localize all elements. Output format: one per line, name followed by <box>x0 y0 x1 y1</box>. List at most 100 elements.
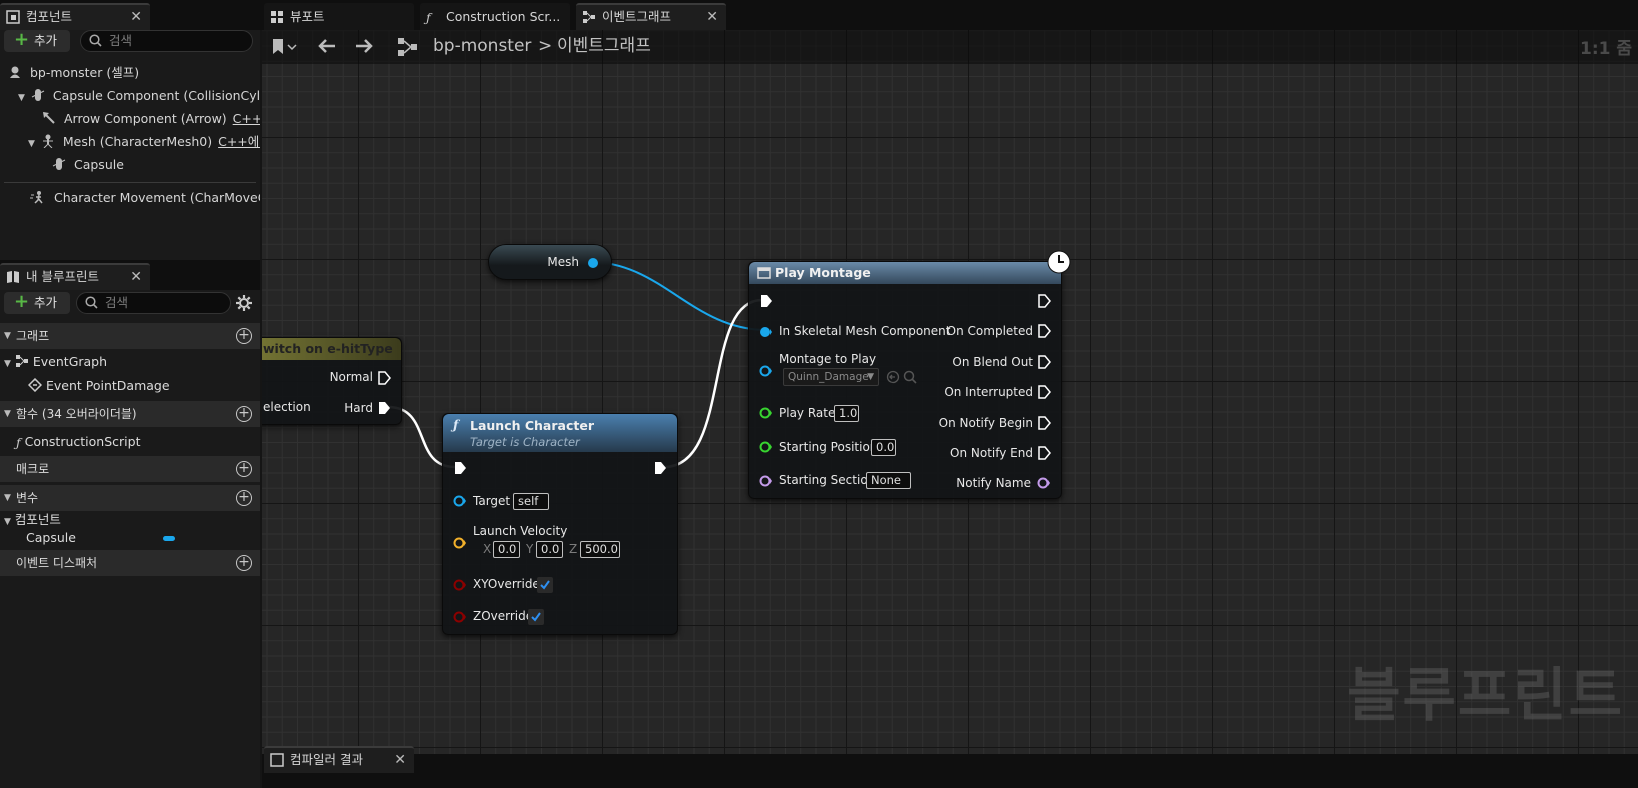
section-variables-label: 변수 <box>16 491 39 505</box>
montage-asset-value: Quinn_Damage <box>788 371 869 383</box>
tree-item-capsule-component[interactable]: ▼ Capsule Component (CollisionCylinder <box>0 85 260 107</box>
tree-item-mesh[interactable]: ▼ Mesh (CharacterMesh0) C++에서 편 <box>0 131 260 153</box>
construction-script-label: ConstructionScript <box>24 434 141 449</box>
add-component-label: 추가 <box>34 33 58 48</box>
exec-in-pin-icon[interactable] <box>453 461 467 475</box>
notify-name-label: Notify Name <box>956 476 1031 490</box>
section-dispatchers[interactable]: 이벤트 디스패처 + <box>0 550 260 576</box>
exec-pin-icon[interactable] <box>1037 355 1051 369</box>
exec-pin-icon[interactable] <box>1037 446 1051 460</box>
switch-pin-normal-label: Normal <box>329 370 373 384</box>
construction-script-item[interactable]: ƒ ConstructionScript <box>16 432 140 452</box>
event-graph-label: EventGraph <box>32 354 108 369</box>
tree-item-character-movement[interactable]: Character Movement (CharMoveCom <box>0 187 260 209</box>
play-montage-node[interactable]: Play Montage In Skeletal Mesh Component … <box>748 250 1071 499</box>
tree-item-capsule-label: Capsule <box>73 157 124 172</box>
exec-pin-icon[interactable] <box>377 371 391 385</box>
z-value-field[interactable]: 500.0 <box>580 541 620 558</box>
function-icon: ƒ <box>453 417 459 432</box>
event-graph-canvas[interactable]: 블루프린트 Mesh witch on e-hitType Normal ele… <box>262 30 1638 754</box>
exec-pin-icon[interactable] <box>1037 416 1051 430</box>
tab-my-blueprint[interactable]: 내 블루프린트 ✕ <box>0 263 150 290</box>
tab-construction-script[interactable]: ƒ Construction Scr... <box>420 3 570 30</box>
component-search-input[interactable]: 검색 <box>80 30 253 52</box>
object-pin-icon[interactable] <box>587 257 599 269</box>
event-graph-item[interactable]: ▼ EventGraph <box>4 352 107 374</box>
montage-icon <box>757 266 771 280</box>
close-icon[interactable]: ✕ <box>130 5 142 29</box>
x-value-field[interactable]: 0.0 <box>493 541 520 558</box>
object-pin-icon[interactable] <box>453 494 467 508</box>
starting-position-field[interactable]: 0.0 <box>871 439 896 456</box>
add-blueprint-item-button[interactable]: + 추가 <box>4 291 70 314</box>
gear-icon[interactable] <box>235 294 253 312</box>
tab-viewport[interactable]: 뷰포트 <box>264 3 414 30</box>
play-rate-field[interactable]: 1.0 <box>834 405 859 422</box>
pawn-icon <box>8 65 22 79</box>
section-graphs[interactable]: ▼ 그래프 + <box>0 323 260 349</box>
z-override-checkbox[interactable] <box>528 609 544 625</box>
name-pin-icon[interactable] <box>1037 476 1051 490</box>
add-dispatcher-icon[interactable]: + <box>236 555 252 571</box>
add-variable-icon[interactable]: + <box>236 490 252 506</box>
exec-pin-icon[interactable] <box>1037 324 1051 338</box>
exec-pin-icon[interactable] <box>1037 385 1051 399</box>
close-icon[interactable]: ✕ <box>130 265 142 289</box>
components-icon <box>6 10 20 24</box>
exec-in-pin-icon[interactable] <box>759 294 773 308</box>
tree-item-self[interactable]: bp-monster (셀프) <box>0 62 260 84</box>
event-point-damage-item[interactable]: Event PointDamage <box>28 376 170 396</box>
blueprint-search-input[interactable]: 검색 <box>76 292 231 314</box>
y-value-field[interactable]: 0.0 <box>536 541 563 558</box>
mesh-getter-node[interactable]: Mesh <box>488 244 612 280</box>
switch-on-hittype-node[interactable]: witch on e-hitType Normal election Hard <box>262 337 402 425</box>
chevron-down-icon[interactable]: ▼ <box>28 139 35 149</box>
function-icon: ƒ <box>426 10 431 25</box>
viewport-icon <box>270 10 284 24</box>
exec-out-pin-icon[interactable] <box>1037 294 1051 308</box>
montage-asset-dropdown[interactable]: Quinn_Damage ▼ <box>783 368 879 386</box>
add-function-icon[interactable]: + <box>236 406 252 422</box>
name-pin-icon[interactable] <box>759 474 773 488</box>
float-pin-icon[interactable] <box>759 406 773 420</box>
tab-compiler-results[interactable]: 컴파일러 결과 ✕ <box>264 746 414 773</box>
add-graph-icon[interactable]: + <box>236 328 252 344</box>
add-blueprint-item-label: 추가 <box>34 295 58 310</box>
section-macros[interactable]: 매크로 + <box>0 456 260 482</box>
exec-out-pin-icon[interactable] <box>653 461 667 475</box>
forward-arrow-icon[interactable] <box>354 38 374 54</box>
switch-pin-selection-label: election <box>263 400 311 414</box>
tree-item-arrow-component[interactable]: Arrow Component (Arrow) C++에서 <box>0 108 260 130</box>
play-montage-title: Play Montage <box>775 265 871 280</box>
section-variables[interactable]: ▼ 변수 + <box>0 485 260 511</box>
struct-pin-icon[interactable] <box>453 536 467 550</box>
close-icon[interactable]: ✕ <box>394 748 406 772</box>
object-pin-icon[interactable] <box>759 364 773 378</box>
close-icon[interactable]: ✕ <box>706 5 718 29</box>
capsule-variable[interactable]: Capsule <box>26 528 76 548</box>
browse-icon[interactable] <box>903 370 917 384</box>
launch-character-node[interactable]: ƒ Launch Character Target is Character T… <box>442 413 678 635</box>
object-pin-icon[interactable] <box>759 325 773 339</box>
breadcrumb-root[interactable]: bp-monster <box>433 30 531 62</box>
chevron-down-icon: ▼ <box>4 409 11 419</box>
tree-item-capsule[interactable]: Capsule <box>0 154 260 176</box>
chevron-down-icon[interactable]: ▼ <box>18 93 25 103</box>
add-component-button[interactable]: + 추가 <box>4 29 70 52</box>
bool-pin-icon[interactable] <box>453 578 467 592</box>
bool-pin-icon[interactable] <box>453 610 467 624</box>
xy-override-checkbox[interactable] <box>537 577 553 593</box>
use-selected-icon[interactable] <box>886 370 900 384</box>
target-value-field[interactable]: self <box>513 493 549 510</box>
starting-section-field[interactable]: None <box>866 472 911 489</box>
tab-components[interactable]: 컴포넌트 ✕ <box>0 3 150 30</box>
bookmark-icon[interactable] <box>272 38 298 56</box>
tab-viewport-label: 뷰포트 <box>290 9 325 24</box>
back-arrow-icon[interactable] <box>317 38 337 54</box>
float-pin-icon[interactable] <box>759 440 773 454</box>
tab-event-graph[interactable]: 이벤트그래프 ✕ <box>576 3 726 30</box>
section-functions[interactable]: ▼ 함수 (34 오버라이더블) + <box>0 401 260 427</box>
starting-position-label: Starting Position <box>779 440 878 454</box>
exec-pin-icon[interactable] <box>377 401 391 415</box>
add-macro-icon[interactable]: + <box>236 461 252 477</box>
